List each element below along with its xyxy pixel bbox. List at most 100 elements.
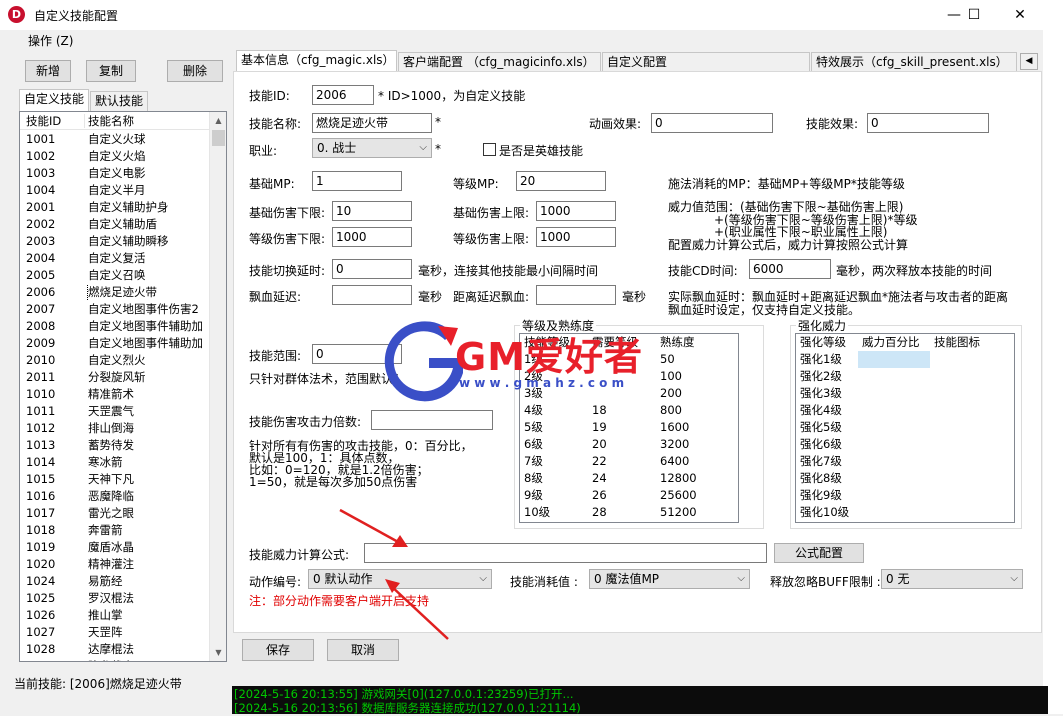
level-cell[interactable]: 1600 — [656, 419, 689, 436]
strength-level-cell[interactable]: 强化3级 — [796, 385, 842, 402]
list-item[interactable]: 1014 寒冰箭 — [20, 454, 210, 471]
list-item[interactable]: 2007 自定义地图事件伤害2 — [20, 301, 210, 318]
level-cell[interactable]: 19 — [588, 419, 607, 436]
save-button[interactable]: 保存 — [242, 639, 314, 661]
list-item[interactable]: 1018 奔雷箭 — [20, 522, 210, 539]
level-cell[interactable]: 10级 — [520, 504, 550, 521]
list-item[interactable]: 2001 自定义辅助护身 — [20, 199, 210, 216]
level-cell[interactable]: 51200 — [656, 504, 697, 521]
list-item[interactable]: 1020 精神灌注 — [20, 556, 210, 573]
list-scrollbar[interactable]: ▲ ▼ — [209, 112, 226, 661]
list-item[interactable]: 1025 罗汉棍法 — [20, 590, 210, 607]
selected-cell[interactable] — [858, 351, 930, 368]
strength-level-cell[interactable]: 强化8级 — [796, 470, 842, 487]
list-item[interactable]: 1017 雷光之眼 — [20, 505, 210, 522]
strength-level-cell[interactable]: 强化9级 — [796, 487, 842, 504]
level-cell[interactable]: 25600 — [656, 487, 697, 504]
scroll-thumb[interactable] — [212, 130, 225, 146]
level-cell[interactable]: 5级 — [520, 419, 543, 436]
list-item[interactable]: 2003 自定义辅助瞬移 — [20, 233, 210, 250]
list-item[interactable]: 1028 达摩棍法 — [20, 641, 210, 658]
maximize-button[interactable]: ☐ — [951, 0, 997, 30]
hero-checkbox[interactable] — [483, 143, 496, 156]
list-item[interactable]: 1012 排山倒海 — [20, 420, 210, 437]
list-item[interactable]: 2005 自定义召唤 — [20, 267, 210, 284]
lvl-dmg-high-input[interactable]: 1000 — [536, 227, 616, 247]
add-button[interactable]: 新增 — [25, 60, 71, 82]
list-item[interactable]: 1003 自定义电影 — [20, 165, 210, 182]
effect-input[interactable]: 0 — [867, 113, 989, 133]
job-select[interactable]: 0. 战士 ⌵ — [312, 138, 432, 158]
strength-level-cell[interactable]: 强化5级 — [796, 419, 842, 436]
copy-button[interactable]: 复制 — [86, 60, 136, 82]
level-cell[interactable]: 3200 — [656, 436, 689, 453]
menu-operate[interactable]: 操作 (Z) — [28, 32, 73, 49]
base-mp-input[interactable]: 1 — [312, 171, 402, 191]
list-item[interactable]: 2008 自定义地图事件辅助加 — [20, 318, 210, 335]
list-item[interactable]: 1024 易筋经 — [20, 573, 210, 590]
level-cell[interactable]: 12800 — [656, 470, 697, 487]
list-item[interactable]: 1001 自定义火球 — [20, 131, 210, 148]
list-item[interactable]: 2006 燃烧足迹火带 — [20, 284, 210, 301]
list-item[interactable]: 1019 魔盾冰晶 — [20, 539, 210, 556]
strength-level-cell[interactable]: 强化4级 — [796, 402, 842, 419]
tab-default-skills[interactable]: 默认技能 — [90, 91, 149, 111]
buff-select[interactable]: 0 无 ⌵ — [881, 569, 1023, 589]
strength-level-cell[interactable]: 强化2级 — [796, 368, 842, 385]
list-item[interactable]: 1026 推山掌 — [20, 607, 210, 624]
list-item[interactable]: 1029降龙伏虎 — [20, 658, 210, 661]
level-cell[interactable]: 7级 — [520, 453, 543, 470]
level-cell[interactable]: 8级 — [520, 470, 543, 487]
tab-client-config[interactable]: 客户端配置 （cfg_magicinfo.xls） — [398, 52, 601, 72]
anim-input[interactable]: 0 — [651, 113, 773, 133]
consume-select[interactable]: 0 魔法值MP ⌵ — [589, 569, 750, 589]
list-item[interactable]: 1015 天神下凡 — [20, 471, 210, 488]
list-item[interactable]: 1016 恶魔降临 — [20, 488, 210, 505]
list-item[interactable]: 2004 自定义复活 — [20, 250, 210, 267]
skill-list[interactable]: 技能ID 技能名称 1001 自定义火球 1002 自定义火焰 1003 自定义电影 100… — [19, 111, 227, 662]
level-cell[interactable]: 9级 — [520, 487, 543, 504]
level-cell[interactable]: 22 — [588, 453, 607, 470]
blood-delay-input[interactable] — [332, 285, 412, 305]
list-item[interactable]: 1011 天罡震气 — [20, 403, 210, 420]
level-cell[interactable]: 20 — [588, 436, 607, 453]
close-button[interactable]: ✕ — [997, 0, 1043, 30]
strength-level-cell[interactable]: 强化10级 — [796, 504, 849, 521]
strength-table[interactable]: 强化等级 威力百分比 技能图标 强化1级 强化2级 强化3级 强化4级 强化5级 强化6级 强化7… — [795, 333, 1015, 523]
cd-input[interactable]: 6000 — [749, 259, 831, 279]
list-item[interactable]: 1013 蓄势待发 — [20, 437, 210, 454]
lvl-dmg-low-input[interactable]: 1000 — [332, 227, 412, 247]
list-item[interactable]: 2009 自定义地图事件辅助加 — [20, 335, 210, 352]
atk-mult-input[interactable] — [371, 410, 493, 430]
switch-delay-input[interactable]: 0 — [332, 259, 412, 279]
list-item[interactable]: 1010 精准箭术 — [20, 386, 210, 403]
skill-id-input[interactable]: 2006 — [312, 85, 374, 105]
list-item[interactable]: 1002 自定义火焰 — [20, 148, 210, 165]
list-item[interactable]: 2010 自定义烈火 — [20, 352, 210, 369]
list-item[interactable]: 1027 天罡阵 — [20, 624, 210, 641]
base-dmg-high-input[interactable]: 1000 — [536, 201, 616, 221]
level-cell[interactable]: 28 — [588, 504, 607, 521]
tab-scroll-left-icon[interactable]: ◀ — [1020, 53, 1038, 70]
level-cell[interactable]: 6级 — [520, 436, 543, 453]
base-dmg-low-input[interactable]: 10 — [332, 201, 412, 221]
list-item[interactable]: 1004 自定义半月 — [20, 182, 210, 199]
level-cell[interactable]: 24 — [588, 470, 607, 487]
list-item[interactable]: 2002 自定义辅助盾 — [20, 216, 210, 233]
list-item[interactable]: 2011 分裂旋风斩 — [20, 369, 210, 386]
level-mp-input[interactable]: 20 — [516, 171, 606, 191]
strength-level-cell[interactable]: 强化7级 — [796, 453, 842, 470]
skill-name-input[interactable]: 燃烧足迹火带 — [312, 113, 432, 133]
strength-level-cell[interactable]: 强化6级 — [796, 436, 842, 453]
scroll-up-icon[interactable]: ▲ — [210, 112, 226, 129]
strength-level-cell[interactable]: 强化1级 — [796, 351, 842, 368]
scroll-down-icon[interactable]: ▼ — [210, 644, 226, 661]
tab-effect-preview[interactable]: 特效展示（cfg_skill_present.xls） — [811, 52, 1017, 72]
tab-custom-config[interactable]: 自定义配置（cfg_magiccustom.xls） — [602, 52, 810, 87]
level-cell[interactable]: 6400 — [656, 453, 689, 470]
tab-custom-skills[interactable]: 自定义技能 — [19, 89, 90, 111]
delete-button[interactable]: 删除 — [167, 60, 223, 82]
formula-config-button[interactable]: 公式配置 — [774, 543, 864, 563]
dist-delay-input[interactable] — [536, 285, 616, 305]
tab-basic-info[interactable]: 基本信息（cfg_magic.xls） — [236, 50, 397, 72]
